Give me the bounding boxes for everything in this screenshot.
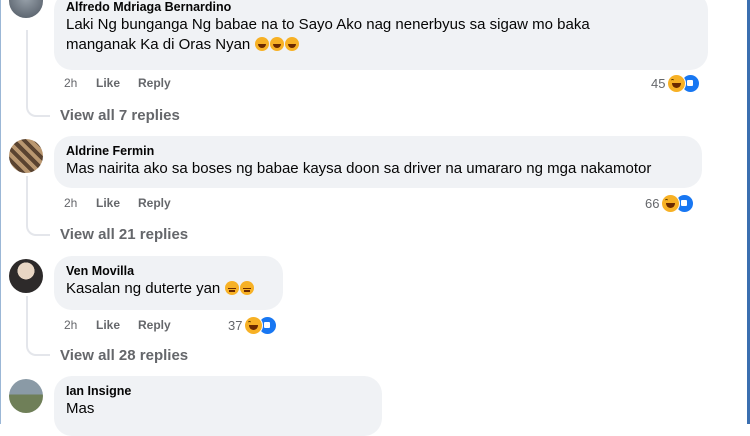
- reply-button[interactable]: Reply: [138, 195, 171, 211]
- thread-connector: [26, 30, 50, 117]
- comment-timestamp[interactable]: 2h: [64, 75, 77, 91]
- avatar[interactable]: [9, 0, 43, 18]
- comment-timestamp[interactable]: 2h: [64, 317, 77, 333]
- haha-reaction-icon: [244, 315, 264, 335]
- pensive-face-emoji-icon: [225, 281, 240, 295]
- view-replies-link[interactable]: View all 28 replies: [60, 347, 188, 364]
- rolling-laughing-emoji-icon: [270, 37, 285, 51]
- comment-author[interactable]: Alfredo Mdriaga Bernardino: [66, 0, 696, 15]
- rolling-laughing-emoji-icon: [285, 37, 300, 51]
- reaction-count: 45: [651, 75, 666, 91]
- comment-text-line: manganak Ka di Oras Nyan: [66, 35, 696, 55]
- comment-bubble: Aldrine Fermin Mas nairita ako sa boses …: [54, 136, 702, 188]
- view-replies-link[interactable]: View all 21 replies: [60, 226, 188, 243]
- thread-connector: [26, 296, 50, 356]
- window-border-left: [0, 0, 1, 424]
- comment-author[interactable]: Aldrine Fermin: [66, 143, 690, 159]
- avatar[interactable]: [9, 259, 43, 293]
- pensive-face-emoji-icon: [240, 281, 255, 295]
- like-button[interactable]: Like: [96, 195, 120, 211]
- comment-bubble: Ian Insigne Mas: [54, 376, 382, 436]
- reaction-summary[interactable]: 37: [228, 315, 278, 335]
- comment-timestamp[interactable]: 2h: [64, 195, 77, 211]
- comment-author[interactable]: Ian Insigne: [66, 383, 370, 399]
- reaction-summary[interactable]: 66: [645, 193, 695, 213]
- comment-text-line-2: manganak Ka di Oras Nyan: [66, 36, 251, 53]
- reaction-count: 66: [645, 195, 660, 211]
- comment-text-line: Mas nairita ako sa boses ng babae kaysa …: [66, 160, 652, 177]
- comment-bubble: Ven Movilla Kasalan ng duterte yan: [54, 256, 283, 310]
- reaction-summary[interactable]: 45: [651, 73, 701, 93]
- reply-button[interactable]: Reply: [138, 75, 171, 91]
- comment-text-line: Laki Ng bunganga Ng babae na to Sayo Ako…: [66, 16, 590, 33]
- reaction-count: 37: [228, 317, 243, 333]
- haha-reaction-icon: [661, 193, 681, 213]
- avatar[interactable]: [9, 379, 43, 413]
- like-button[interactable]: Like: [96, 317, 120, 333]
- haha-reaction-icon: [667, 73, 687, 93]
- reply-button[interactable]: Reply: [138, 317, 171, 333]
- comment-author[interactable]: Ven Movilla: [66, 263, 271, 279]
- thread-connector: [26, 176, 50, 236]
- comment-bubble: Alfredo Mdriaga Bernardino Laki Ng bunga…: [54, 0, 708, 70]
- view-replies-link[interactable]: View all 7 replies: [60, 107, 180, 124]
- comment-text-line: Kasalan ng duterte yan: [66, 279, 271, 299]
- comment-text: Kasalan ng duterte yan: [66, 280, 221, 297]
- comment-text-line: Mas: [66, 400, 95, 417]
- avatar[interactable]: [9, 139, 43, 173]
- like-button[interactable]: Like: [96, 75, 120, 91]
- rolling-laughing-emoji-icon: [255, 37, 270, 51]
